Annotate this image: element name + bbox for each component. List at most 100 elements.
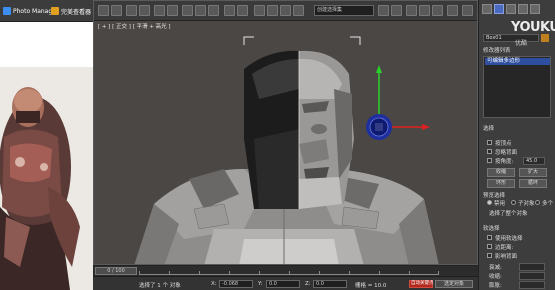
object-name-value: Box01: [486, 35, 502, 41]
scale-icon[interactable]: [208, 5, 219, 16]
named-selection-dropdown[interactable]: 创建选择集: [314, 5, 374, 16]
main-viewport[interactable]: 创建选择集 [ + ] [ 正交 ] [ 平滑 + 高光 ]: [93, 0, 478, 265]
move-icon[interactable]: [182, 5, 193, 16]
bubble-label: 膨胀:: [489, 283, 502, 289]
redo-icon[interactable]: [111, 5, 122, 16]
rotate-icon[interactable]: [195, 5, 206, 16]
schematic-view-icon[interactable]: [432, 5, 443, 16]
view-coords-icon[interactable]: [224, 5, 235, 16]
modifier-list-dropdown[interactable]: 修改器列表: [483, 46, 511, 54]
by-vertex-label: 按顶点: [495, 141, 512, 147]
percent-snap-icon[interactable]: [280, 5, 291, 16]
bottom-status-area: 0 / 100 选择了 1 个 对象 X: -0.068 Y: 0.0 Z: 0…: [93, 265, 478, 290]
modify-tab-icon[interactable]: [494, 4, 504, 14]
ruler-tick: [438, 271, 439, 274]
frame-ruler[interactable]: [139, 269, 439, 275]
browser-tab-bar: Photo Manager 完美查看器: [0, 0, 93, 22]
time-slider[interactable]: 0 / 100: [95, 267, 137, 275]
affect-backfacing-label: 影响背面: [495, 254, 518, 260]
command-panel: Box01 修改器列表 可编辑多边形 选择 按顶点 忽略背面 按角度: 45.0…: [478, 0, 555, 290]
by-vertex-checkbox[interactable]: [487, 140, 492, 145]
create-tab-icon[interactable]: [482, 4, 492, 14]
preview-multi-label: 多个: [542, 201, 554, 207]
align-icon[interactable]: [391, 5, 402, 16]
ruler-tick: [199, 271, 200, 274]
object-name-field[interactable]: Box01: [483, 34, 539, 42]
snap-icon[interactable]: [254, 5, 265, 16]
shrink-button[interactable]: 收缩: [487, 168, 515, 177]
select-object-icon[interactable]: [154, 5, 165, 16]
curve-editor-icon[interactable]: [419, 5, 430, 16]
display-tab-icon[interactable]: [530, 4, 540, 14]
tab-viewer-label: 完美查看器: [61, 8, 92, 16]
falloff-field[interactable]: [519, 263, 545, 271]
by-angle-value: 45.0: [526, 158, 538, 164]
preview-disabled-radio[interactable]: [487, 200, 492, 205]
left-browser-panel: Photo Manager 完美查看器: [0, 0, 93, 290]
by-angle-field[interactable]: 45.0: [523, 157, 545, 165]
timeline: 0 / 100: [93, 266, 478, 277]
set-key-filter-dropdown[interactable]: 选定对象: [435, 280, 473, 288]
reference-character-art: [0, 67, 93, 290]
bubble-field[interactable]: [519, 281, 545, 289]
edge-distance-checkbox[interactable]: [487, 244, 492, 249]
x-coord-field[interactable]: -0.068: [219, 280, 253, 288]
blank-page-area: [0, 22, 93, 67]
ruler-tick: [289, 271, 290, 274]
preview-subobject-radio[interactable]: [511, 200, 516, 205]
ruler-tick: [319, 271, 320, 274]
preview-subobject-label: 子对象: [518, 201, 535, 207]
soft-selection-rollout-header[interactable]: 软选择: [483, 224, 500, 232]
render-icon[interactable]: [462, 5, 473, 16]
use-soft-selection-label: 使用软选择: [495, 236, 523, 242]
grow-button[interactable]: 扩大: [519, 168, 547, 177]
tab-viewer[interactable]: 完美查看器: [51, 5, 91, 17]
edge-distance-label: 边距离:: [495, 245, 514, 251]
grid-size-text: 栅格 = 10.0: [355, 283, 387, 289]
by-angle-label: 按角度:: [495, 159, 514, 165]
falloff-label: 衰减:: [489, 265, 502, 271]
selection-count-text: 选择了 1 个 对象: [139, 283, 181, 289]
y-coord-field[interactable]: 0.0: [266, 280, 300, 288]
pivot-icon[interactable]: [237, 5, 248, 16]
link-icon[interactable]: [126, 5, 137, 16]
x-coord-label: X:: [211, 281, 217, 287]
ruler-tick: [409, 271, 410, 274]
ring-button[interactable]: 环形: [487, 179, 515, 188]
ignore-backfacing-label: 忽略背面: [495, 150, 518, 156]
object-color-swatch[interactable]: [541, 34, 549, 42]
autokey-button[interactable]: 自动关键点: [409, 280, 434, 288]
preview-selection-label: 预览选择: [483, 193, 506, 199]
pinch-label: 收缩:: [489, 274, 502, 280]
mirror-icon[interactable]: [378, 5, 389, 16]
viewport-scene: [94, 29, 477, 264]
motion-tab-icon[interactable]: [518, 4, 528, 14]
ruler-tick: [169, 271, 170, 274]
photo-manager-icon: [3, 7, 11, 15]
ignore-backfacing-checkbox[interactable]: [487, 149, 492, 154]
layer-manager-icon[interactable]: [406, 5, 417, 16]
affect-backfacing-checkbox[interactable]: [487, 253, 492, 258]
use-soft-selection-checkbox[interactable]: [487, 235, 492, 240]
select-region-icon[interactable]: [167, 5, 178, 16]
main-toolbar: 创建选择集: [94, 1, 477, 21]
spinner-snap-icon[interactable]: [293, 5, 304, 16]
unlink-icon[interactable]: [139, 5, 150, 16]
z-coord-field[interactable]: 0.0: [313, 280, 347, 288]
loop-button[interactable]: 循环: [519, 179, 547, 188]
preview-multi-radio[interactable]: [535, 200, 540, 205]
selection-rollout-header[interactable]: 选择: [483, 124, 494, 132]
status-row: 选择了 1 个 对象 X: -0.068 Y: 0.0 Z: 0.0 栅格 = …: [93, 278, 478, 290]
undo-icon[interactable]: [98, 5, 109, 16]
viewer-icon: [51, 7, 59, 15]
by-angle-checkbox[interactable]: [487, 158, 492, 163]
preview-disabled-label: 禁用: [494, 201, 506, 207]
material-editor-icon[interactable]: [447, 5, 458, 16]
ruler-tick: [259, 271, 260, 274]
ruler-tick: [379, 271, 380, 274]
hierarchy-tab-icon[interactable]: [506, 4, 516, 14]
modifier-stack: 可编辑多边形: [483, 56, 551, 118]
angle-snap-icon[interactable]: [267, 5, 278, 16]
pinch-field[interactable]: [519, 272, 545, 280]
modifier-stack-item[interactable]: 可编辑多边形: [485, 58, 550, 65]
